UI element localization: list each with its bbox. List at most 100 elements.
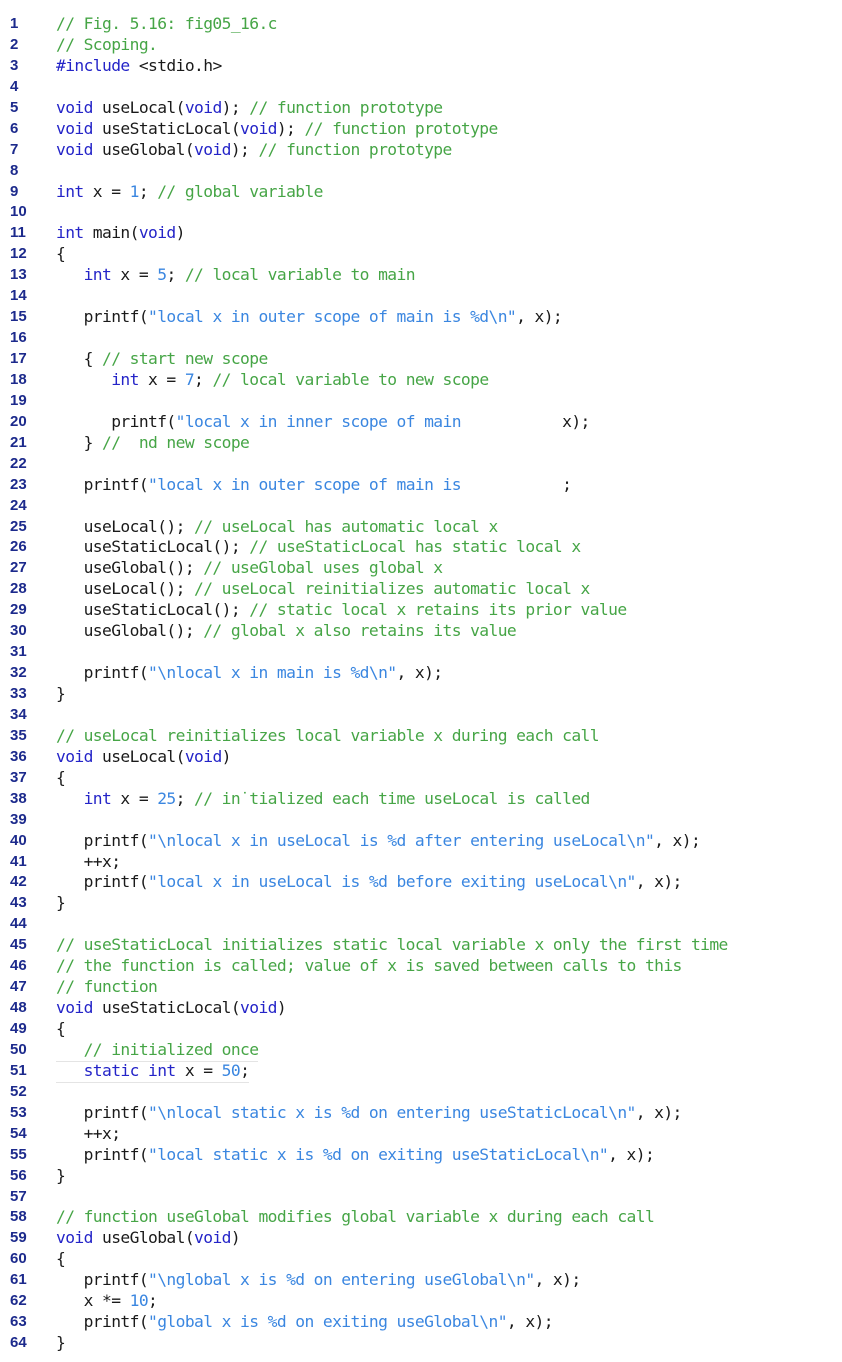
code-source: printf("local x in outer scope of main i…	[56, 474, 572, 496]
comment: // initialized once	[83, 1039, 259, 1059]
string-literal: "\nlocal x in main is %d\n"	[148, 663, 397, 683]
code-line: 16	[0, 328, 842, 349]
line-number: 24	[10, 496, 27, 514]
code-source: printf("local x in useLocal is %d before…	[56, 872, 683, 893]
code-line: 8	[0, 161, 842, 182]
code-text: ;	[138, 181, 158, 201]
code-text: )	[221, 746, 232, 766]
code-text: printf(	[56, 411, 176, 431]
code-text: ++x;	[56, 851, 121, 871]
code-line: 55 printf("local static x is %d on exiti…	[0, 1145, 842, 1166]
code-line: 5 void useLocal(void); // function protot…	[0, 98, 842, 119]
keyword: void	[56, 746, 93, 766]
code-line: 60 {	[0, 1249, 842, 1270]
code-line: 45 // useStaticLocal initializes static l…	[0, 935, 842, 956]
line-number: 9	[10, 182, 19, 200]
code-source: printf("\nlocal static x is %d on enteri…	[56, 1102, 683, 1124]
code-text: }	[56, 684, 66, 703]
preprocessor-directive: #include	[56, 55, 130, 75]
code-text: printf(	[56, 474, 149, 494]
code-source: int main(void)	[56, 223, 185, 244]
line-number: 41	[10, 852, 27, 870]
code-source: // initialized once	[56, 1039, 259, 1062]
line-number: 47	[10, 978, 27, 996]
code-line: 48 void useStaticLocal(void)	[0, 998, 842, 1019]
code-source: int x = 25; // in˙tialized each time use…	[56, 788, 591, 810]
line-number: 35	[10, 726, 27, 744]
code-source: printf("\nlocal x in main is %d\n", x);	[56, 663, 444, 684]
code-line: 18 int x = 7; // local variable to new s…	[0, 370, 842, 391]
code-line: 46 // the function is called; value of x …	[0, 956, 842, 977]
code-text: x);	[460, 411, 590, 431]
code-line: 12 {	[0, 244, 842, 265]
code-text: useLocal(	[92, 97, 185, 117]
line-number: 27	[10, 559, 27, 577]
code-line: 20 printf("local x in inner scope of mai…	[0, 412, 842, 433]
code-text: x =	[83, 181, 130, 201]
code-text: printf(	[56, 1102, 149, 1122]
code-text: <stdio.h>	[129, 55, 222, 75]
code-line: 50 // initialized once	[0, 1039, 842, 1062]
line-number: 12	[10, 245, 27, 263]
code-line: 6 void useStaticLocal(void); // function …	[0, 119, 842, 140]
code-line: 4	[0, 77, 842, 98]
line-number: 14	[10, 287, 27, 305]
number-literal: 1	[129, 181, 140, 201]
code-text: }	[56, 432, 103, 452]
code-line: 40 printf("\nlocal x in useLocal is %d a…	[0, 831, 842, 852]
code-source: // Scoping.	[56, 35, 158, 56]
code-line: 61 printf("\nglobal x is %d on entering …	[0, 1270, 842, 1291]
code-text: ;	[175, 788, 195, 808]
comment: // useGlobal uses global x	[203, 558, 443, 578]
code-source: void useStaticLocal(void)	[56, 998, 287, 1019]
code-text: );	[276, 118, 305, 138]
code-line: 63 printf("global x is %d on exiting use…	[0, 1312, 842, 1333]
comment: // useStaticLocal initializes static loc…	[56, 935, 728, 955]
line-number: 10	[10, 203, 27, 221]
code-text: useStaticLocal(	[92, 998, 241, 1018]
code-line: 44	[0, 914, 842, 935]
line-number: 28	[10, 580, 27, 598]
code-line: 1 // Fig. 5.16: fig05_16.c	[0, 14, 842, 35]
line-number: 13	[10, 266, 27, 284]
code-text: )	[276, 998, 287, 1018]
code-text: {	[56, 767, 66, 787]
code-text: x =	[111, 265, 158, 285]
line-number: 58	[10, 1208, 27, 1226]
code-text: );	[230, 139, 259, 159]
code-line: 33}	[0, 684, 842, 705]
code-text: , x);	[516, 307, 563, 327]
code-line: 11 int main(void)	[0, 223, 842, 244]
comment: // local variable to main	[184, 265, 416, 285]
line-number: 5	[10, 98, 19, 116]
line-number: 64	[10, 1334, 27, 1352]
code-source: void useStaticLocal(void); // function p…	[56, 119, 498, 140]
code-listing: 1 // Fig. 5.16: fig05_16.c 2 // Scoping. 3 #i…	[0, 14, 842, 1354]
code-text: , x);	[534, 1270, 582, 1290]
code-text: printf(	[56, 1144, 149, 1164]
code-line: 54 ++x;	[0, 1124, 842, 1145]
line-number: 20	[10, 412, 27, 430]
code-text: }	[56, 893, 66, 913]
line-number: 36	[10, 747, 27, 765]
keyword: int	[83, 265, 112, 285]
code-text: x =	[138, 369, 185, 389]
code-line: 43}	[0, 893, 842, 914]
string-literal: "\nlocal x in useLocal is %d after enter…	[148, 830, 655, 850]
code-line: 41 ++x;	[0, 852, 842, 873]
code-source: }	[56, 684, 66, 705]
code-source: {	[56, 244, 66, 265]
code-source: }	[56, 893, 66, 914]
line-number: 22	[10, 454, 27, 472]
keyword: void	[56, 118, 93, 138]
code-text: useStaticLocal(	[92, 118, 241, 138]
code-line: 59 void useGlobal(void)	[0, 1228, 842, 1249]
keyword: void	[184, 97, 222, 117]
code-text: , x);	[506, 1312, 554, 1332]
code-line: 27 useGlobal(); // useGlobal uses global…	[0, 558, 842, 579]
keyword: void	[56, 998, 93, 1018]
keyword: int	[111, 369, 139, 389]
line-number: 21	[10, 433, 27, 451]
